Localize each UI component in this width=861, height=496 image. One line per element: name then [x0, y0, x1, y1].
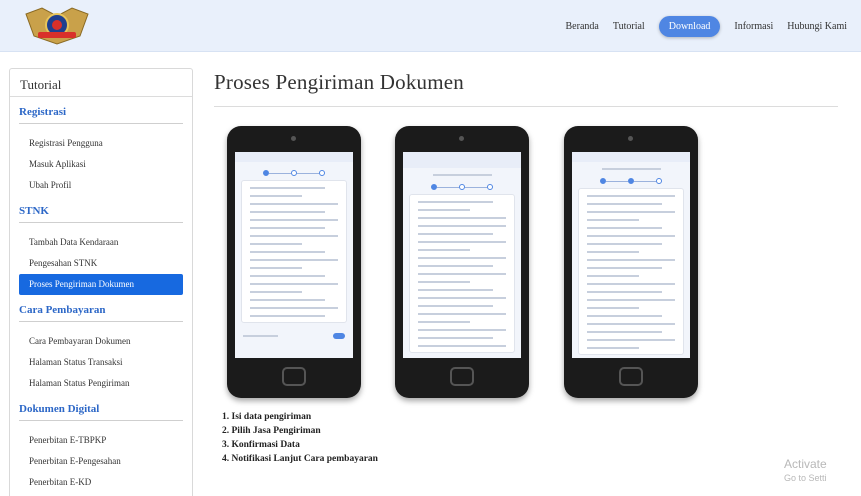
sidebar-item-registrasi-pengguna[interactable]: Registrasi Pengguna — [10, 133, 192, 154]
section-cara-pembayaran: Cara Pembayaran — [19, 295, 183, 322]
camera-icon — [628, 136, 633, 141]
home-button-icon — [619, 367, 643, 386]
phone-screen — [403, 152, 521, 358]
app-logo[interactable] — [22, 6, 92, 46]
top-navbar: Beranda Tutorial Download Informasi Hubu… — [0, 0, 861, 52]
step-item: 4. Notifikasi Lanjut Cara pembayaran — [222, 454, 378, 464]
section-dokumen-digital: Dokumen Digital — [19, 394, 183, 421]
home-button-icon — [450, 367, 474, 386]
sidebar-item-pengesahan-stnk[interactable]: Pengesahan STNK — [10, 253, 192, 274]
sidebar-item-ubah-profil[interactable]: Ubah Profil — [10, 175, 192, 196]
phone-screenshot-3 — [564, 126, 698, 398]
step-item: 1. Isi data pengiriman — [222, 412, 312, 422]
sidebar-item-penerbitan-e-pengesahan[interactable]: Penerbitan E-Pengesahan — [10, 451, 192, 472]
nav-beranda[interactable]: Beranda — [566, 21, 599, 32]
sidebar-item-cara-pembayaran-dokumen[interactable]: Cara Pembayaran Dokumen — [10, 331, 192, 352]
phone-screen — [572, 152, 690, 358]
steps-list: 1. Isi data pengiriman 2. Pilih Jasa Pen… — [222, 410, 378, 466]
sidebar-item-penerbitan-e-tbpkp[interactable]: Penerbitan E-TBPKP — [10, 430, 192, 451]
nav-tutorial[interactable]: Tutorial — [613, 21, 645, 32]
phone-screenshot-1 — [227, 126, 361, 398]
nav-hubungi-kami[interactable]: Hubungi Kami — [787, 21, 847, 32]
step-item: 2. Pilih Jasa Pengiriman — [222, 426, 321, 436]
phone-screenshot-2 — [395, 126, 529, 398]
tutorial-sidebar: Tutorial Registrasi Registrasi Pengguna … — [9, 68, 193, 496]
section-registrasi: Registrasi — [19, 97, 183, 124]
sidebar-item-masuk-aplikasi[interactable]: Masuk Aplikasi — [10, 154, 192, 175]
camera-icon — [459, 136, 464, 141]
nav-informasi[interactable]: Informasi — [734, 21, 773, 32]
title-divider — [214, 106, 838, 107]
section-stnk: STNK — [19, 196, 183, 223]
main-nav: Beranda Tutorial Download Informasi Hubu… — [566, 0, 861, 52]
page-title: Proses Pengiriman Dokumen — [214, 70, 464, 94]
step-item: 3. Konfirmasi Data — [222, 440, 300, 450]
camera-icon — [291, 136, 296, 141]
sidebar-item-proses-pengiriman-dokumen[interactable]: Proses Pengiriman Dokumen — [19, 274, 183, 295]
sidebar-item-penerbitan-e-kd[interactable]: Penerbitan E-KD — [10, 472, 192, 493]
home-button-icon — [282, 367, 306, 386]
sidebar-title: Tutorial — [10, 69, 192, 97]
watermark-line-1: Activate — [784, 457, 827, 471]
sidebar-item-halaman-status-transaksi[interactable]: Halaman Status Transaksi — [10, 352, 192, 373]
activation-watermark: Activate Go to Setti — [784, 457, 827, 483]
nav-download[interactable]: Download — [658, 15, 721, 37]
phone-screen — [235, 152, 353, 358]
watermark-line-2: Go to Setti — [784, 473, 827, 483]
sidebar-item-tambah-data-kendaraan[interactable]: Tambah Data Kendaraan — [10, 232, 192, 253]
sidebar-item-halaman-status-pengiriman[interactable]: Halaman Status Pengiriman — [10, 373, 192, 394]
